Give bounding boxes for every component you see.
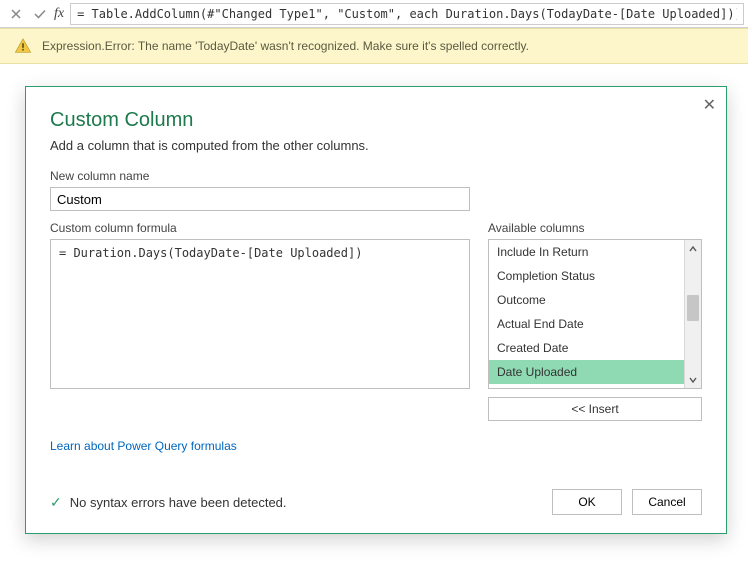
insert-button[interactable]: << Insert: [488, 397, 702, 421]
close-icon[interactable]: ✕: [703, 95, 716, 115]
formula-bar: fx: [0, 0, 748, 28]
available-columns-label: Available columns: [488, 221, 702, 235]
dialog-subtitle: Add a column that is computed from the o…: [50, 138, 702, 153]
list-item[interactable]: Outcome: [489, 288, 684, 312]
formula-cancel-button[interactable]: [4, 3, 28, 25]
formula-input[interactable]: [70, 3, 744, 25]
dialog-title: Custom Column: [50, 109, 702, 132]
name-field-label: New column name: [50, 169, 702, 183]
list-item[interactable]: Completion Status: [489, 264, 684, 288]
scroll-thumb[interactable]: [687, 295, 699, 321]
fx-label: fx: [52, 6, 70, 22]
learn-link[interactable]: Learn about Power Query formulas: [50, 439, 237, 453]
formula-field-label: Custom column formula: [50, 221, 470, 235]
cancel-button[interactable]: Cancel: [632, 489, 702, 515]
scroll-up-icon[interactable]: [685, 240, 701, 257]
list-item[interactable]: Created Date: [489, 336, 684, 360]
status-text: No syntax errors have been detected.: [70, 495, 287, 510]
dialog-footer: ✓ No syntax errors have been detected. O…: [50, 489, 702, 515]
warning-icon: [14, 37, 32, 55]
list-item[interactable]: Comments 30: [489, 384, 684, 388]
scrollbar[interactable]: [684, 240, 701, 388]
check-icon: ✓: [50, 494, 62, 511]
list-item[interactable]: Date Uploaded: [489, 360, 684, 384]
column-name-input[interactable]: [50, 187, 470, 211]
status-row: ✓ No syntax errors have been detected.: [50, 494, 287, 511]
error-text: Expression.Error: The name 'TodayDate' w…: [42, 39, 529, 53]
available-columns-listbox[interactable]: Include In ReturnCompletion StatusOutcom…: [488, 239, 702, 389]
error-banner: Expression.Error: The name 'TodayDate' w…: [0, 28, 748, 64]
formula-textarea[interactable]: [50, 239, 470, 389]
formula-confirm-button[interactable]: [28, 3, 52, 25]
list-item[interactable]: Actual End Date: [489, 312, 684, 336]
custom-column-dialog: ✕ Custom Column Add a column that is com…: [25, 86, 727, 534]
scroll-down-icon[interactable]: [685, 371, 701, 388]
ok-button[interactable]: OK: [552, 489, 622, 515]
list-item[interactable]: Include In Return: [489, 240, 684, 264]
